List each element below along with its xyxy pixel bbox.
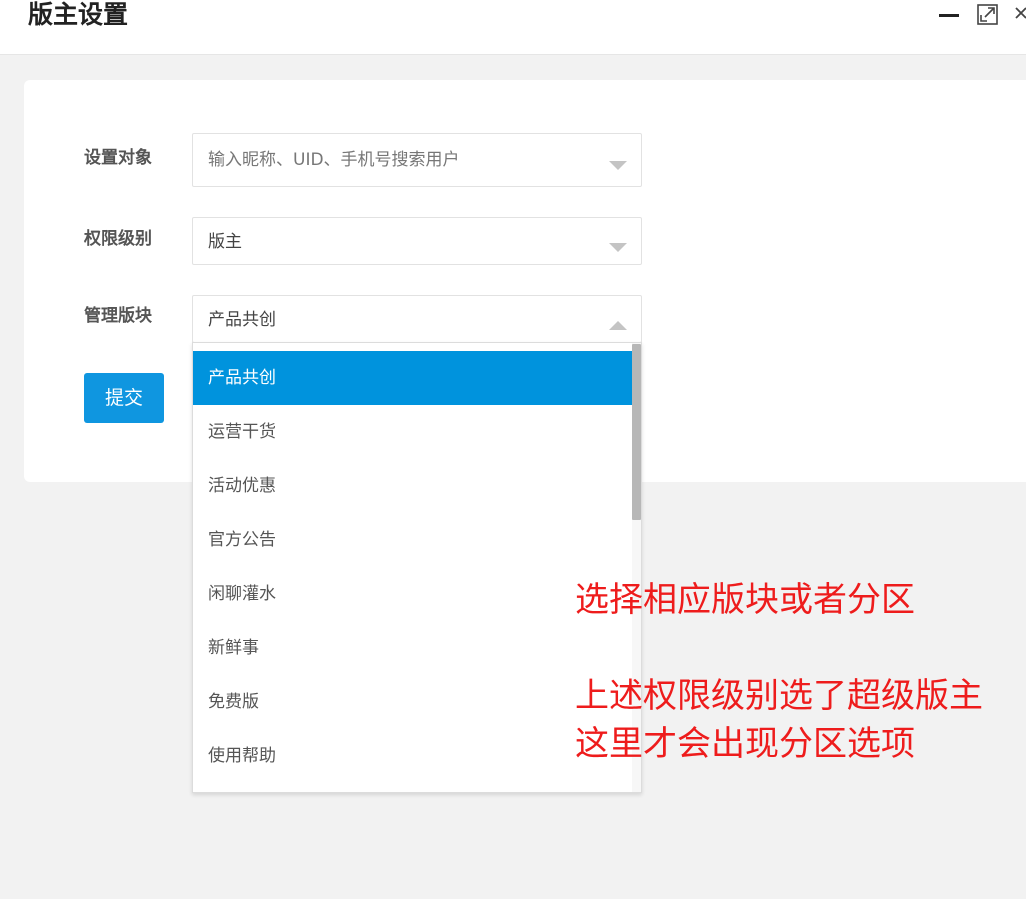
annotation-line-3: 这里才会出现分区选项 [575,724,915,764]
dropdown-option[interactable]: 免费版 [193,675,633,729]
section-select-value: 产品共创 [208,310,276,330]
dropdown-option[interactable]: 使用帮助 [193,729,633,783]
dropdown-option[interactable]: 产品共创 [193,351,633,405]
submit-button[interactable]: 提交 [84,373,164,423]
close-icon[interactable] [1014,2,1026,26]
target-label: 设置对象 [84,148,152,168]
chevron-down-icon [609,154,627,178]
dialog-header: 版主设置 [0,0,1026,55]
level-label: 权限级别 [84,229,152,249]
section-label: 管理版块 [84,306,152,326]
dropdown-scrollbar-thumb[interactable] [632,344,641,520]
annotation-line-2: 上述权限级别选了超级版主 [575,676,983,716]
maximize-icon[interactable] [976,2,1000,26]
dropdown-option[interactable]: 官方公告 [193,513,633,567]
target-user-select[interactable]: 输入昵称、UID、手机号搜索用户 [192,133,642,187]
permission-level-select[interactable]: 版主 [192,217,642,265]
section-select[interactable]: 产品共创 [192,295,642,343]
dropdown-option[interactable]: 新鲜事 [193,621,633,675]
annotation-line-1: 选择相应版块或者分区 [575,580,915,620]
target-user-placeholder: 输入昵称、UID、手机号搜索用户 [208,150,460,170]
dialog-title: 版主设置 [28,0,129,29]
dropdown-option[interactable]: 运营干货 [193,405,633,459]
minimize-icon[interactable] [937,2,961,26]
permission-level-value: 版主 [208,232,242,252]
chevron-down-icon [609,236,627,260]
chevron-up-icon [609,314,627,338]
dropdown-option[interactable]: 活动优惠 [193,459,633,513]
dropdown-option[interactable]: 闲聊灌水 [193,567,633,621]
